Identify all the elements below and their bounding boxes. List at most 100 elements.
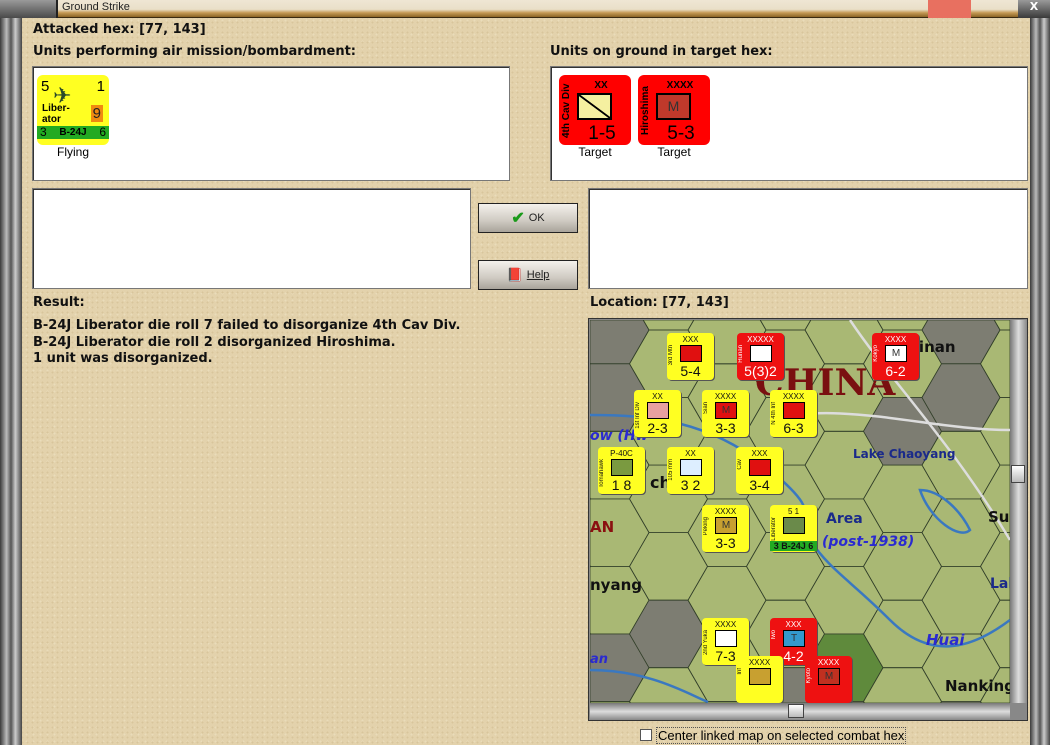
cavalry-symbol [577, 93, 612, 120]
hex[interactable] [921, 565, 1001, 635]
air-unit-b24j[interactable]: 5 1 ✈ Liber- ator 9 3 B-24J 6 Flying [37, 75, 109, 159]
checkmark-icon: ✔ [511, 210, 525, 227]
hex[interactable] [980, 599, 1011, 669]
unit-type-symbol: M [818, 668, 840, 685]
unit-counter: XX 4th Cav Div 1-5 [559, 75, 631, 145]
counter-name: Liber- ator [42, 103, 70, 125]
help-label: Help [526, 269, 550, 281]
counter-strength: 3-4 [749, 477, 770, 493]
map-unit-counter[interactable]: XXXX Kyoto M [805, 656, 852, 703]
hex[interactable] [642, 320, 695, 331]
unit-type-symbol [750, 345, 772, 362]
counter-size: XXXX [714, 392, 737, 401]
counter-name: Liberator [771, 517, 777, 541]
ok-label: OK [528, 212, 545, 224]
counter-type: B-24J [59, 127, 87, 138]
counter-name: Kyoto [806, 668, 812, 684]
counter-size: XXX [682, 335, 699, 344]
close-button[interactable]: X [1018, 0, 1050, 18]
map-label: v (post-1938) [808, 534, 915, 550]
map-label: Nanking [945, 677, 1010, 695]
hex[interactable] [759, 320, 812, 331]
unit-type-symbol [611, 459, 633, 476]
counter-size: XXXX [714, 507, 737, 516]
hex[interactable] [590, 320, 650, 365]
counter-value: 9 [90, 105, 103, 122]
counter-size: XXXX [714, 620, 737, 629]
counter-name: Sian [703, 402, 709, 415]
air-units-list: 5 1 ✈ Liber- ator 9 3 B-24J 6 Flying [32, 66, 510, 181]
result-line: B-24J Liberator die roll 7 failed to dis… [33, 318, 461, 333]
map-unit-counter[interactable]: 5 1 Liberator 3 B-24J 6 [770, 505, 817, 552]
title-bar [0, 0, 1050, 18]
map-unit-counter[interactable]: XXX Cav 3-4 [736, 447, 783, 494]
counter-name: Iwo [771, 630, 777, 640]
river-line [918, 488, 972, 534]
unit-type-symbol: T [783, 630, 805, 647]
window-title: Ground Strike [62, 1, 130, 13]
counter-value: 5 [41, 78, 50, 95]
counter-strength: 3 2 [680, 477, 701, 493]
map-label: nyang [590, 576, 642, 594]
result-line: B-24J Liberator die roll 2 disorganized … [33, 334, 396, 350]
unit-type-symbol [715, 630, 737, 647]
counter-name: Cav [737, 459, 743, 470]
map-unit-counter[interactable]: XXXXX Hunan 5(3)2 [737, 333, 784, 380]
right-frame [1030, 18, 1050, 745]
counter-size: XXXX [884, 335, 907, 344]
counter-name: 4th Cav Div [561, 83, 572, 139]
help-button[interactable]: 📕 Help [478, 260, 578, 290]
map-vertical-scrollbar[interactable] [1010, 320, 1027, 703]
center-map-checkbox[interactable] [640, 729, 652, 741]
map-unit-counter[interactable]: XXX 3rd Mtn 5-4 [667, 333, 714, 380]
counter-strength: 5-4 [680, 363, 701, 379]
map-unit-counter[interactable]: XXXX Inf [736, 656, 783, 703]
ground-units-list: XX 4th Cav Div 1-5 Target XXXX Hiroshima… [550, 66, 1028, 181]
counter-size: XXXXX [747, 335, 774, 344]
ok-button[interactable]: ✔ OK [478, 203, 578, 233]
ground-unit-hiroshima[interactable]: XXXX Hiroshima M 5-3 Target [638, 75, 710, 159]
map-unit-counter[interactable]: P-40C Tomahawk 1 8 [598, 447, 645, 494]
ground-unit-details [588, 188, 1028, 289]
unit-status: Target [578, 145, 612, 159]
map-unit-counter[interactable]: XX 105 mm 3 2 [667, 447, 714, 494]
counter-name: Kokyo [873, 345, 879, 362]
hex[interactable] [863, 464, 942, 534]
scroll-thumb[interactable] [1011, 465, 1025, 483]
unit-type-symbol: M [715, 402, 737, 419]
map-label: Su [988, 508, 1010, 526]
center-map-label[interactable]: Center linked map on selected combat hex [656, 727, 907, 744]
map-unit-counter[interactable]: XXXX Sian M 3-3 [702, 390, 749, 437]
counter-size: XX [652, 392, 663, 401]
counter-value: 3 [40, 125, 47, 139]
unit-type-symbol [680, 459, 702, 476]
unit-counter: XXXX Hiroshima M 5-3 [638, 75, 710, 145]
counter-size: P-40C [610, 449, 633, 458]
hex[interactable] [876, 320, 929, 331]
ground-unit-4th-cav-div[interactable]: XX 4th Cav Div 1-5 Target [559, 75, 631, 159]
unit-type-symbol [680, 345, 702, 362]
system-menu-button[interactable] [0, 0, 58, 18]
unit-type-symbol: M [885, 345, 907, 362]
map-label: Area [826, 511, 863, 527]
counter-size: 5 1 [787, 507, 800, 516]
scroll-thumb[interactable] [788, 704, 804, 718]
counter-name: Peking [703, 517, 709, 536]
counter-strength: 6-3 [783, 420, 804, 436]
map-unit-counter[interactable]: XXXX N 4th Inf 6-3 [770, 390, 817, 437]
book-icon: 📕 [506, 267, 523, 282]
map-unit-counter[interactable]: XX 1st Inf Div 2-3 [634, 390, 681, 437]
counter-strength: 2-3 [647, 420, 668, 436]
left-frame [0, 18, 22, 745]
map-horizontal-scrollbar[interactable] [590, 703, 1010, 720]
map-unit-counter[interactable]: XXXX Peking M 3-3 [702, 505, 749, 552]
result-text: B-24J Liberator die roll 7 failed to dis… [33, 318, 461, 368]
map-label: AN [590, 518, 615, 536]
minimize-button[interactable] [928, 0, 971, 18]
hex-map[interactable]: CHINA sinan Lake Chaoyang Area v (post-1938)… [590, 320, 1010, 703]
map-unit-counter[interactable]: XXXX Kokyo M 6-2 [872, 333, 919, 380]
unit-status: Flying [56, 145, 89, 159]
counter-size: XXXX [748, 658, 771, 667]
counter-size: XXXX [817, 658, 840, 667]
counter-strength: 1 8 [611, 477, 632, 493]
